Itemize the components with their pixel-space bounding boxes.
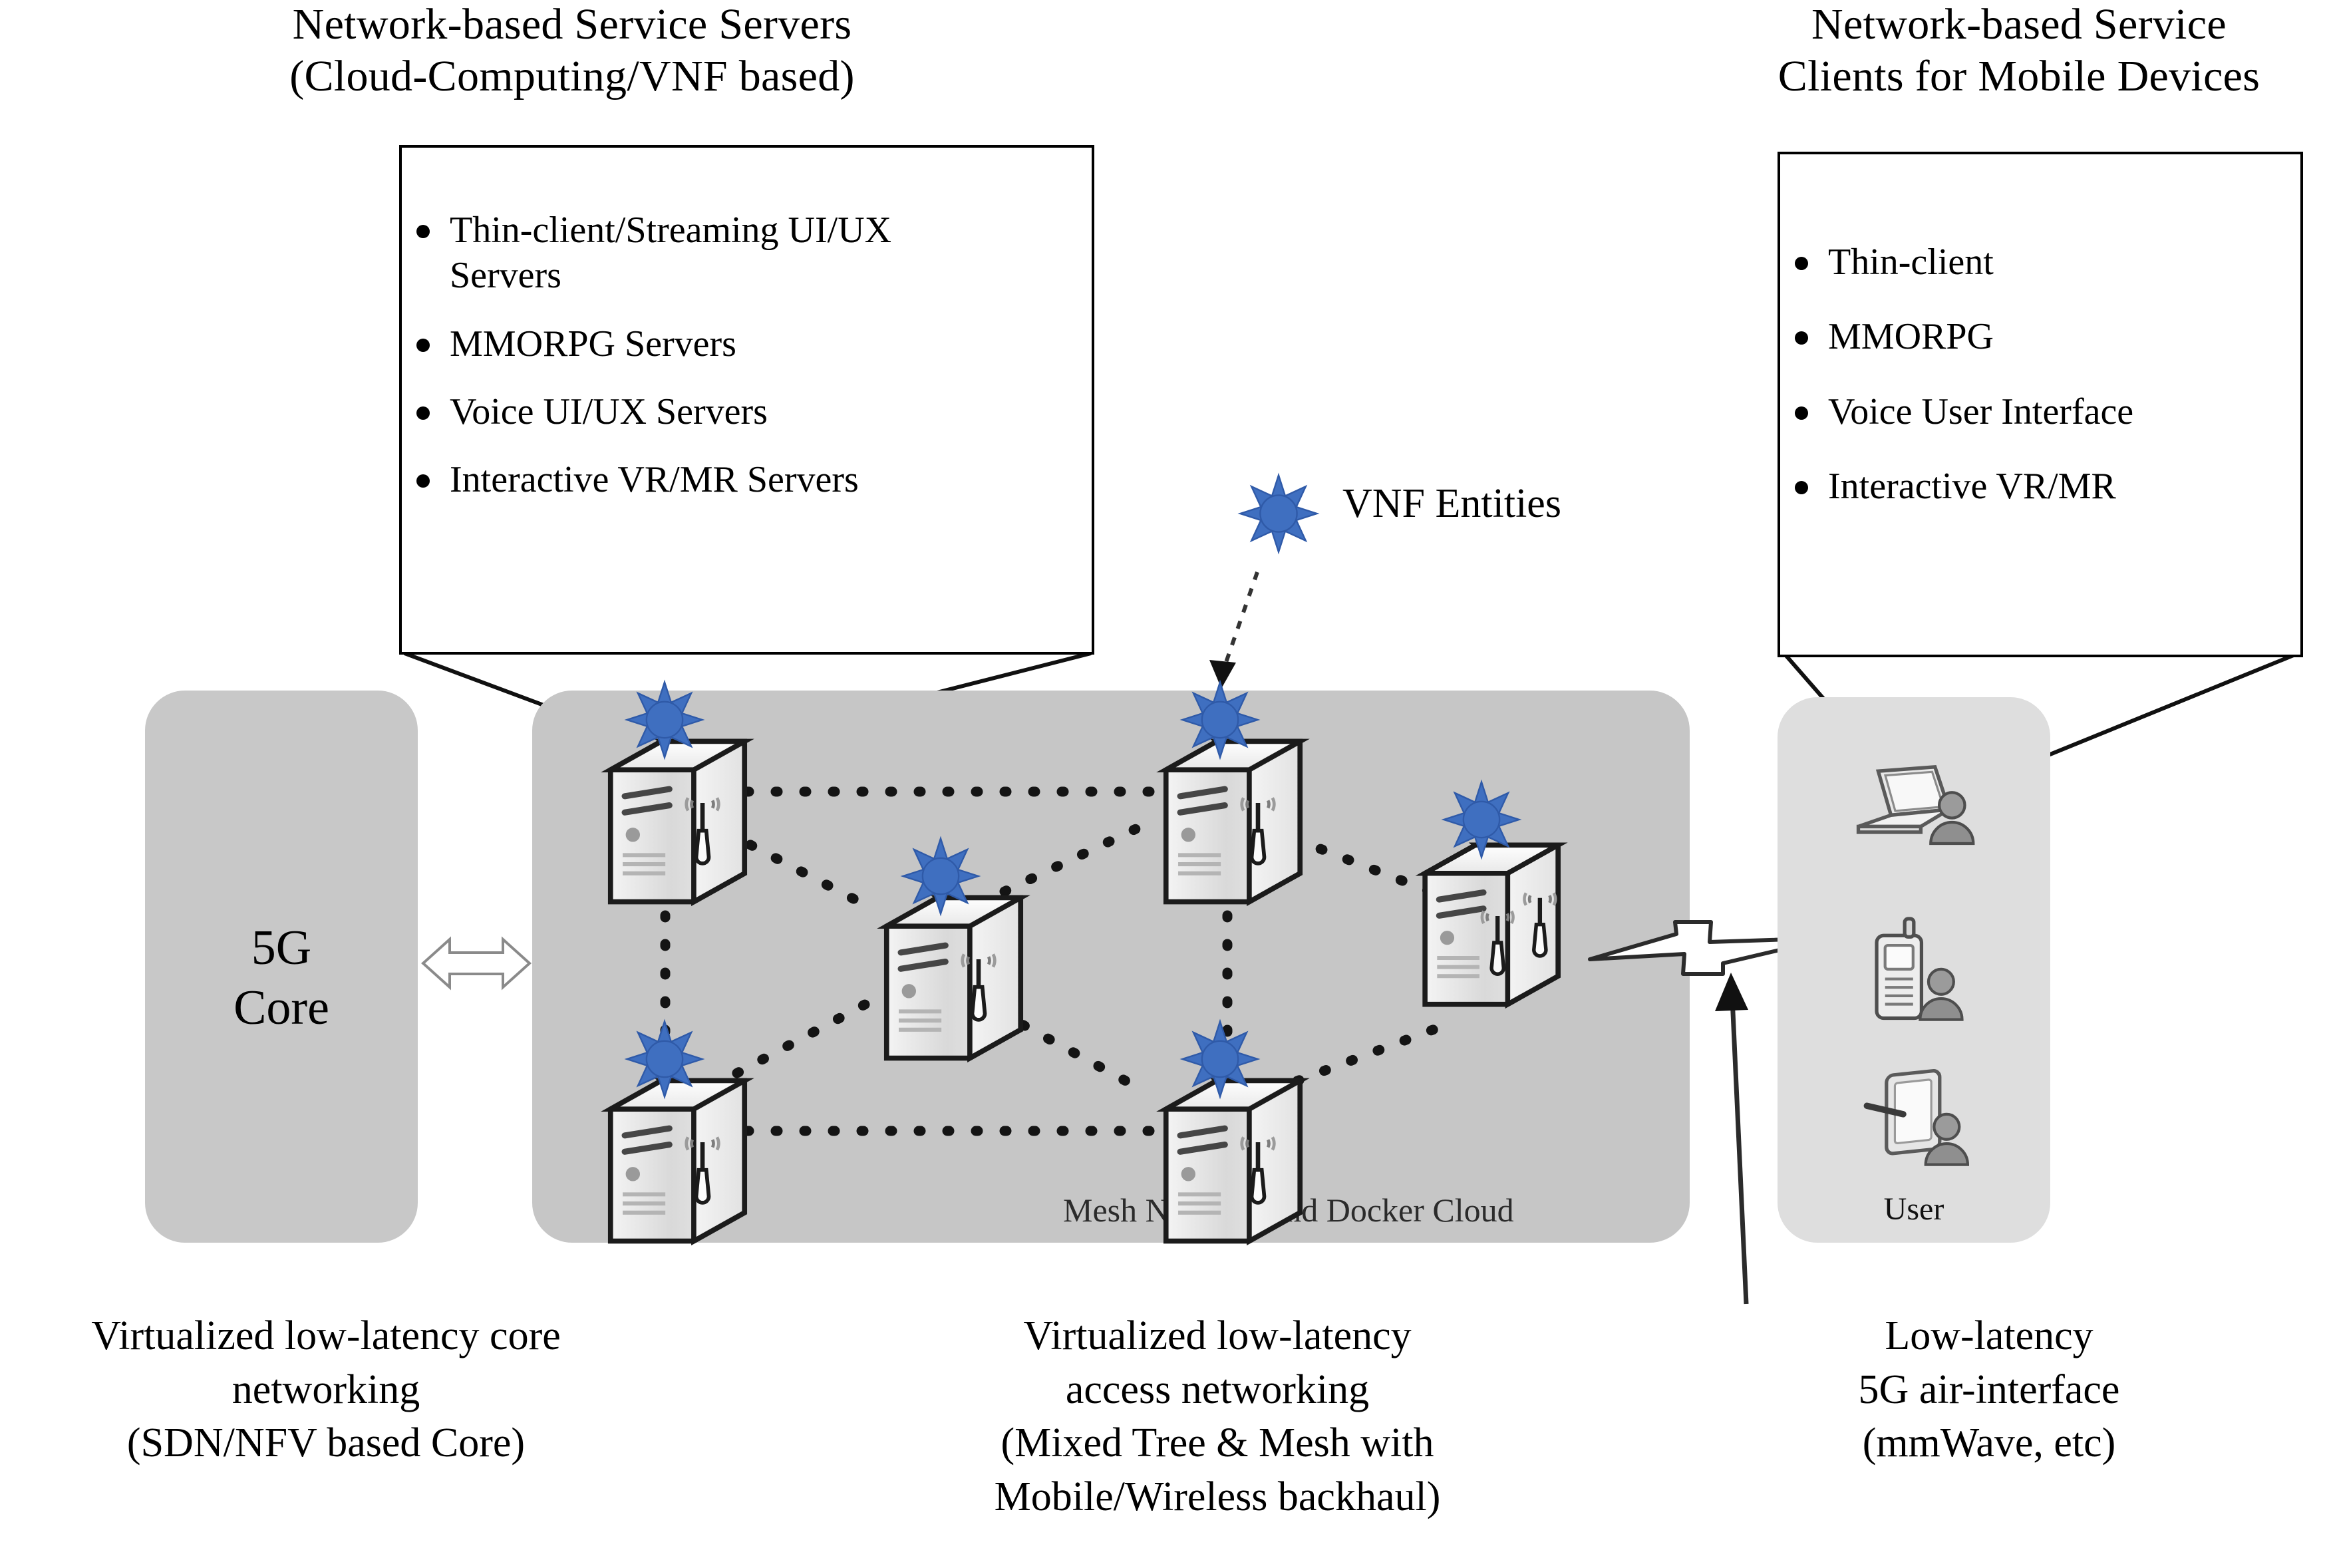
air-interface-caption: Low-latency 5G air-interface (mmWave, et… bbox=[1730, 1309, 2248, 1470]
access-caption-line: Virtualized low-latency bbox=[1023, 1313, 1412, 1358]
air-caption-line: 5G air-interface bbox=[1858, 1366, 2120, 1412]
core-caption: Virtualized low-latency core networking … bbox=[0, 1309, 652, 1470]
air-caption-line: (mmWave, etc) bbox=[1862, 1420, 2116, 1466]
access-caption-line: Mobile/Wireless backhaul) bbox=[994, 1474, 1441, 1519]
air-caption-line: Low-latency bbox=[1885, 1313, 2093, 1358]
core-caption-line: (SDN/NFV based Core) bbox=[126, 1420, 526, 1466]
access-caption-line: access networking bbox=[1065, 1366, 1370, 1412]
access-caption: Virtualized low-latency access networkin… bbox=[825, 1309, 1610, 1523]
access-caption-line: (Mixed Tree & Mesh with bbox=[1001, 1420, 1434, 1466]
core-caption-line: networking bbox=[232, 1366, 420, 1412]
core-caption-line: Virtualized low-latency core bbox=[91, 1313, 561, 1358]
